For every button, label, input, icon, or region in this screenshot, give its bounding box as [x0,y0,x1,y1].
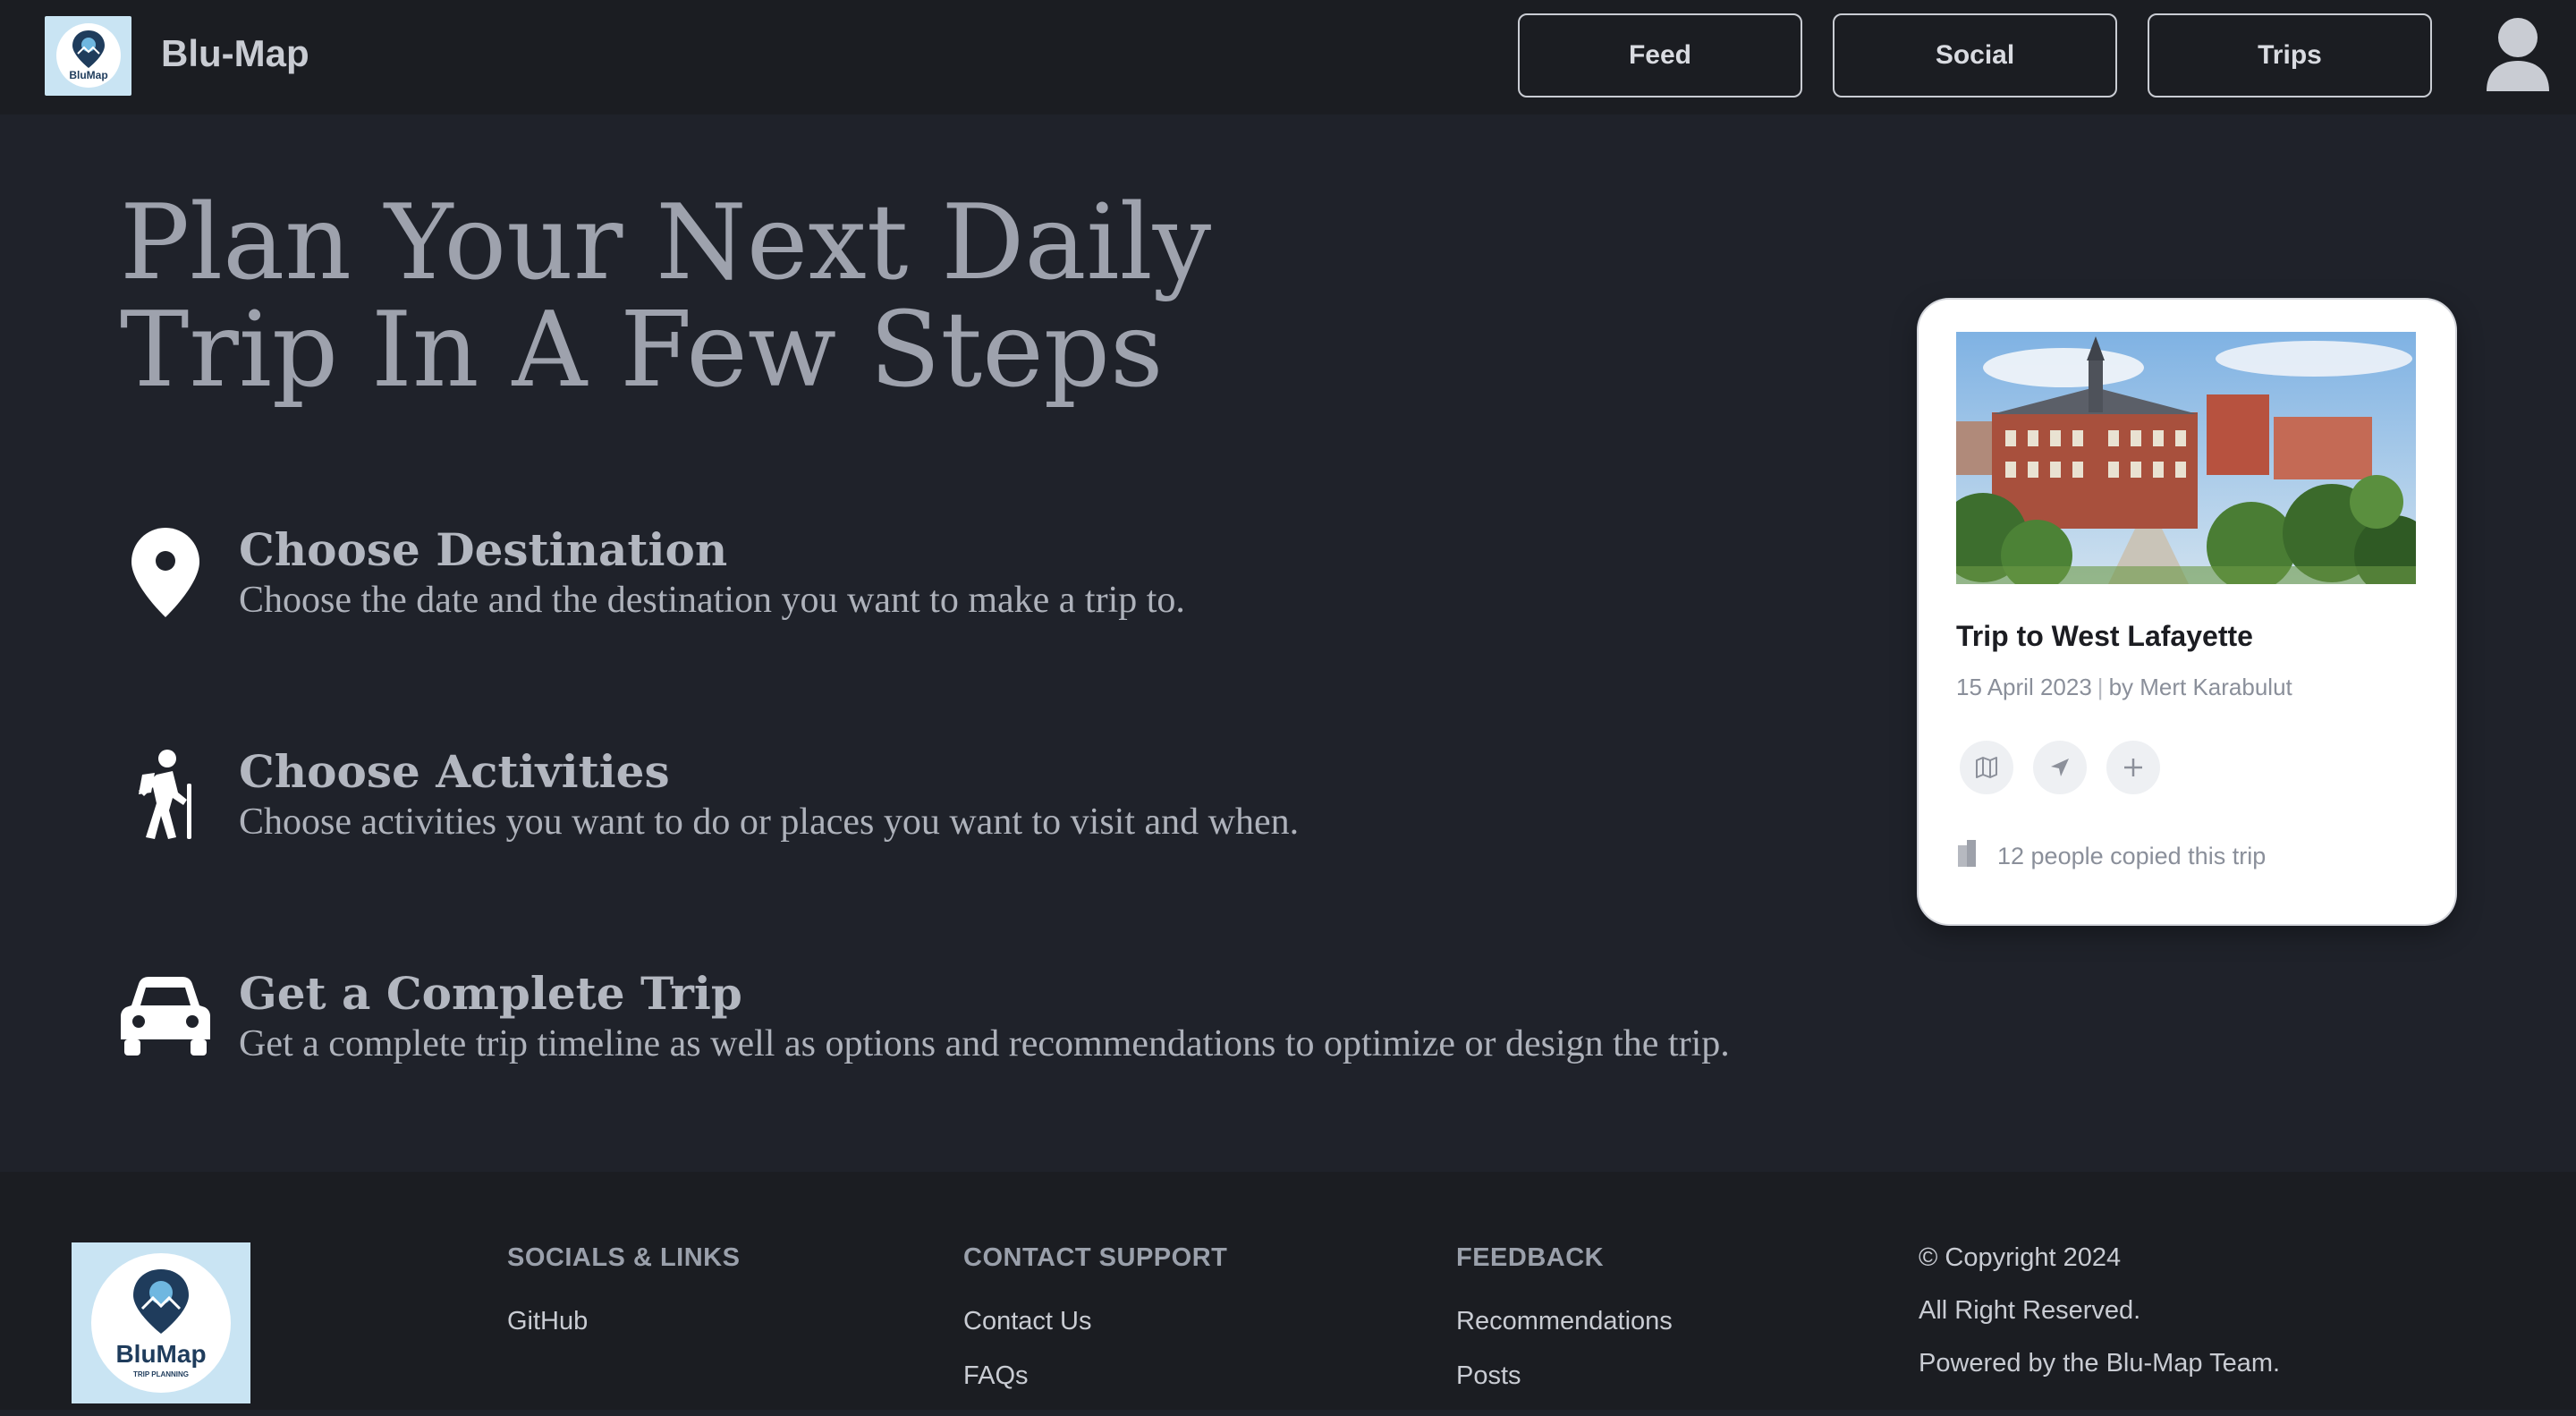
building-icon [1956,840,1978,873]
footer-feedback: FEEDBACK Recommendations Posts [1456,1243,1673,1416]
trip-card[interactable]: Trip to West Lafayette 15 April 2023 | by … [1919,300,2455,924]
step-description: Get a complete trip timeline as well as … [239,1023,1730,1064]
hero-title-line1: Plan Your Next Daily [120,182,1212,303]
footer-logo-wordmark: BluMap [115,1340,206,1368]
step-title: Choose Activities [239,745,670,798]
step-description: Choose activities you want to do or plac… [239,801,1300,843]
footer-heading: FEEDBACK [1456,1243,1605,1272]
footer-heading: CONTACT SUPPORT [963,1243,1228,1272]
copies-count-text: 12 people copied this trip [1997,843,2267,869]
hero-title: Plan Your Next Daily Trip In A Few Steps [120,190,1283,404]
step-title: Choose Destination [239,523,728,576]
footer-logo-subtext: TRIP PLANNING [133,1370,189,1378]
footer-heading: SOCIALS & LINKS [507,1243,741,1272]
blumap-logo-wordmark: BluMap [69,69,107,81]
user-avatar-icon[interactable] [2485,16,2551,93]
footer-contact: CONTACT SUPPORT Contact Us FAQs [963,1243,1227,1416]
footer-link-recommendations[interactable]: Recommendations [1456,1307,1673,1336]
trip-month-year: April 2023 [1987,674,2092,700]
hero-title-line2: Trip In A Few Steps [120,290,1164,411]
blumap-logo-icon: BluMap TRIP PLANNING [91,1253,231,1393]
trip-day: 15 [1956,674,1982,700]
trip-copies: 12 people copied this trip [1956,840,2266,873]
navigate-icon[interactable] [2033,741,2087,794]
step-description: Choose the date and the destination you … [239,580,1185,621]
footer-link-faqs[interactable]: FAQs [963,1361,1227,1391]
blumap-logo-icon: BluMap [55,22,121,88]
trip-title[interactable]: Trip to West Lafayette [1956,620,2253,653]
footer-link-contact-us[interactable]: Contact Us [963,1307,1227,1336]
brand-name[interactable]: Blu-Map [161,32,309,75]
powered-by-text: Powered by the Blu-Map Team. [1919,1349,2281,1378]
map-icon[interactable] [1960,741,2013,794]
footer: BluMap TRIP PLANNING SOCIALS & LINKS Git… [0,1172,2576,1410]
step-title: Get a Complete Trip [239,967,742,1020]
hiker-icon [116,745,215,844]
trip-actions [1960,741,2160,794]
copyright-text: © Copyright 2024 [1919,1243,2122,1272]
footer-link-posts[interactable]: Posts [1456,1361,1673,1391]
footer-link-github[interactable]: GitHub [507,1307,740,1336]
brand-logo[interactable]: BluMap [45,16,131,96]
plus-icon[interactable] [2106,741,2160,794]
trip-meta: 15 April 2023 | by Mert Karabulut [1956,674,2292,701]
nav-feed-button[interactable]: Feed [1518,13,1802,98]
footer-logo[interactable]: BluMap TRIP PLANNING [72,1242,250,1403]
top-navbar: BluMap Blu-Map Feed Social Trips [0,0,2576,114]
nav-social-button[interactable]: Social [1833,13,2117,98]
car-icon [116,967,215,1065]
trip-photo [1956,332,2416,584]
meta-divider: | [2097,674,2104,700]
nav-trips-button[interactable]: Trips [2148,13,2432,98]
map-pin-icon [116,523,215,622]
footer-copyright: © Copyright 2024 All Right Reserved. Pow… [1919,1243,2280,1402]
footer-socials: SOCIALS & LINKS GitHub [507,1243,740,1361]
trip-author: by Mert Karabulut [2108,674,2292,700]
rights-text: All Right Reserved. [1919,1296,2141,1325]
